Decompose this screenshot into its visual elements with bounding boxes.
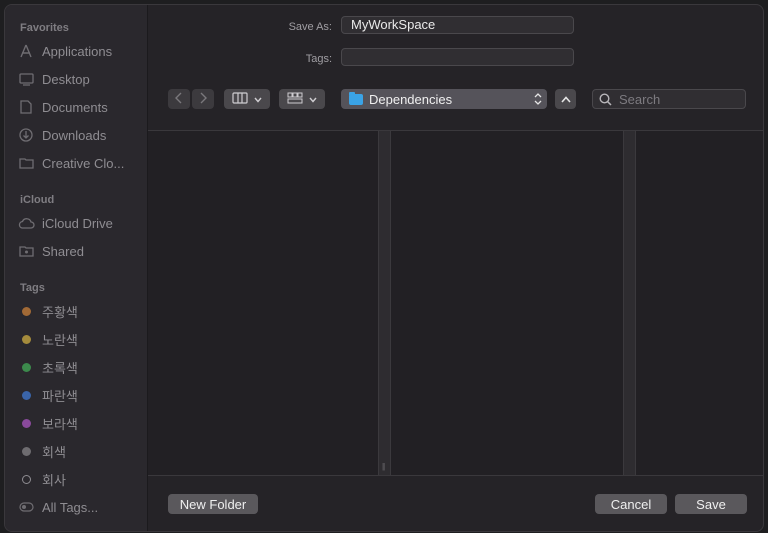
updown-chevron-icon xyxy=(534,93,542,108)
grid-icon xyxy=(287,92,303,107)
desktop-icon xyxy=(17,70,35,88)
save-as-field[interactable]: MyWorkSpace xyxy=(341,16,574,34)
sidebar-item-label: 초록색 xyxy=(42,360,78,376)
folder-icon xyxy=(17,154,35,172)
sidebar-item-documents[interactable]: Documents xyxy=(17,96,145,118)
search-icon xyxy=(599,92,612,106)
folder-icon xyxy=(349,91,363,105)
favorites-header: Favorites xyxy=(20,22,69,34)
applications-icon xyxy=(17,42,35,60)
main-panel: Save As: MyWorkSpace Tags: Dependencies … xyxy=(148,5,763,531)
chevron-up-icon xyxy=(560,92,571,106)
tag-item-gray[interactable]: 회색 xyxy=(17,440,145,462)
sidebar-item-label: iCloud Drive xyxy=(42,215,113,231)
group-by-button[interactable] xyxy=(279,89,325,109)
shared-folder-icon xyxy=(17,242,35,260)
location-popup[interactable]: Dependencies xyxy=(341,89,547,109)
download-icon xyxy=(17,126,35,144)
tag-hollow-dot xyxy=(17,470,35,488)
sidebar-item-label: Applications xyxy=(42,43,113,59)
tags-field[interactable] xyxy=(341,48,574,66)
sidebar-item-label: 파란색 xyxy=(42,388,78,404)
sidebar-item-label: 보라색 xyxy=(42,416,78,432)
sidebar-item-shared[interactable]: Shared xyxy=(17,240,145,262)
tag-color-dot xyxy=(17,414,35,432)
sidebar-item-label: Documents xyxy=(42,99,108,115)
chevron-left-icon xyxy=(175,92,183,107)
sidebar-item-desktop[interactable]: Desktop xyxy=(17,68,145,90)
search-placeholder: Search xyxy=(619,91,661,107)
expand-collapse-button[interactable] xyxy=(555,89,576,109)
column-resize-handle[interactable]: || xyxy=(378,131,391,475)
tag-color-dot xyxy=(17,386,35,404)
sidebar-item-label: Downloads xyxy=(42,127,107,143)
tag-item-yellow[interactable]: 노란색 xyxy=(17,328,145,350)
save-dialog: Favorites Applications Desktop Documents… xyxy=(4,4,764,532)
tags-label: Tags: xyxy=(305,53,332,65)
tag-item-all-tags[interactable]: All Tags... xyxy=(17,496,145,518)
tag-item-company[interactable]: 회사 xyxy=(17,468,145,490)
save-as-label: Save As: xyxy=(288,21,332,33)
chevron-right-icon xyxy=(199,92,207,107)
sidebar-item-downloads[interactable]: Downloads xyxy=(17,124,145,146)
tag-item-green[interactable]: 초록색 xyxy=(17,356,145,378)
tag-color-dot xyxy=(17,330,35,348)
forward-button[interactable] xyxy=(192,89,214,109)
sidebar-item-label: Shared xyxy=(42,243,84,259)
sidebar-item-icloud-drive[interactable]: iCloud Drive xyxy=(17,212,145,234)
cloud-icon xyxy=(17,214,35,232)
sidebar-item-label: 회사 xyxy=(42,472,66,488)
sidebar-item-label: Creative Clo... xyxy=(42,155,125,171)
sidebar: Favorites Applications Desktop Documents… xyxy=(5,5,148,531)
cancel-button[interactable]: Cancel xyxy=(595,494,667,514)
column-view-icon xyxy=(232,91,248,107)
tag-color-dot xyxy=(17,358,35,376)
tag-color-dot xyxy=(17,442,35,460)
tags-header: Tags xyxy=(20,282,45,294)
back-button[interactable] xyxy=(168,89,190,109)
sidebar-item-label: 회색 xyxy=(42,444,66,460)
chevron-down-icon xyxy=(254,92,262,106)
save-button[interactable]: Save xyxy=(675,494,747,514)
all-tags-icon xyxy=(17,498,35,516)
search-field[interactable]: Search xyxy=(592,89,746,109)
tag-item-purple[interactable]: 보라색 xyxy=(17,412,145,434)
sidebar-item-label: Desktop xyxy=(42,71,90,87)
sidebar-item-creative-cloud[interactable]: Creative Clo... xyxy=(17,152,145,174)
column-resize-handle[interactable] xyxy=(623,131,636,475)
sidebar-item-label: All Tags... xyxy=(42,499,99,515)
document-icon xyxy=(17,98,35,116)
sidebar-item-applications[interactable]: Applications xyxy=(17,40,145,62)
sidebar-item-label: 주황색 xyxy=(42,304,78,320)
sidebar-item-label: 노란색 xyxy=(42,332,78,348)
chevron-down-icon xyxy=(309,92,317,106)
view-mode-button[interactable] xyxy=(224,89,270,109)
tag-item-blue[interactable]: 파란색 xyxy=(17,384,145,406)
resize-grip-icon: || xyxy=(382,462,385,471)
tag-color-dot xyxy=(17,302,35,320)
new-folder-button[interactable]: New Folder xyxy=(168,494,258,514)
tag-item-orange[interactable]: 주황색 xyxy=(17,300,145,322)
icloud-header: iCloud xyxy=(20,194,55,206)
location-label: Dependencies xyxy=(369,91,453,107)
column-browser[interactable]: || xyxy=(148,130,763,476)
